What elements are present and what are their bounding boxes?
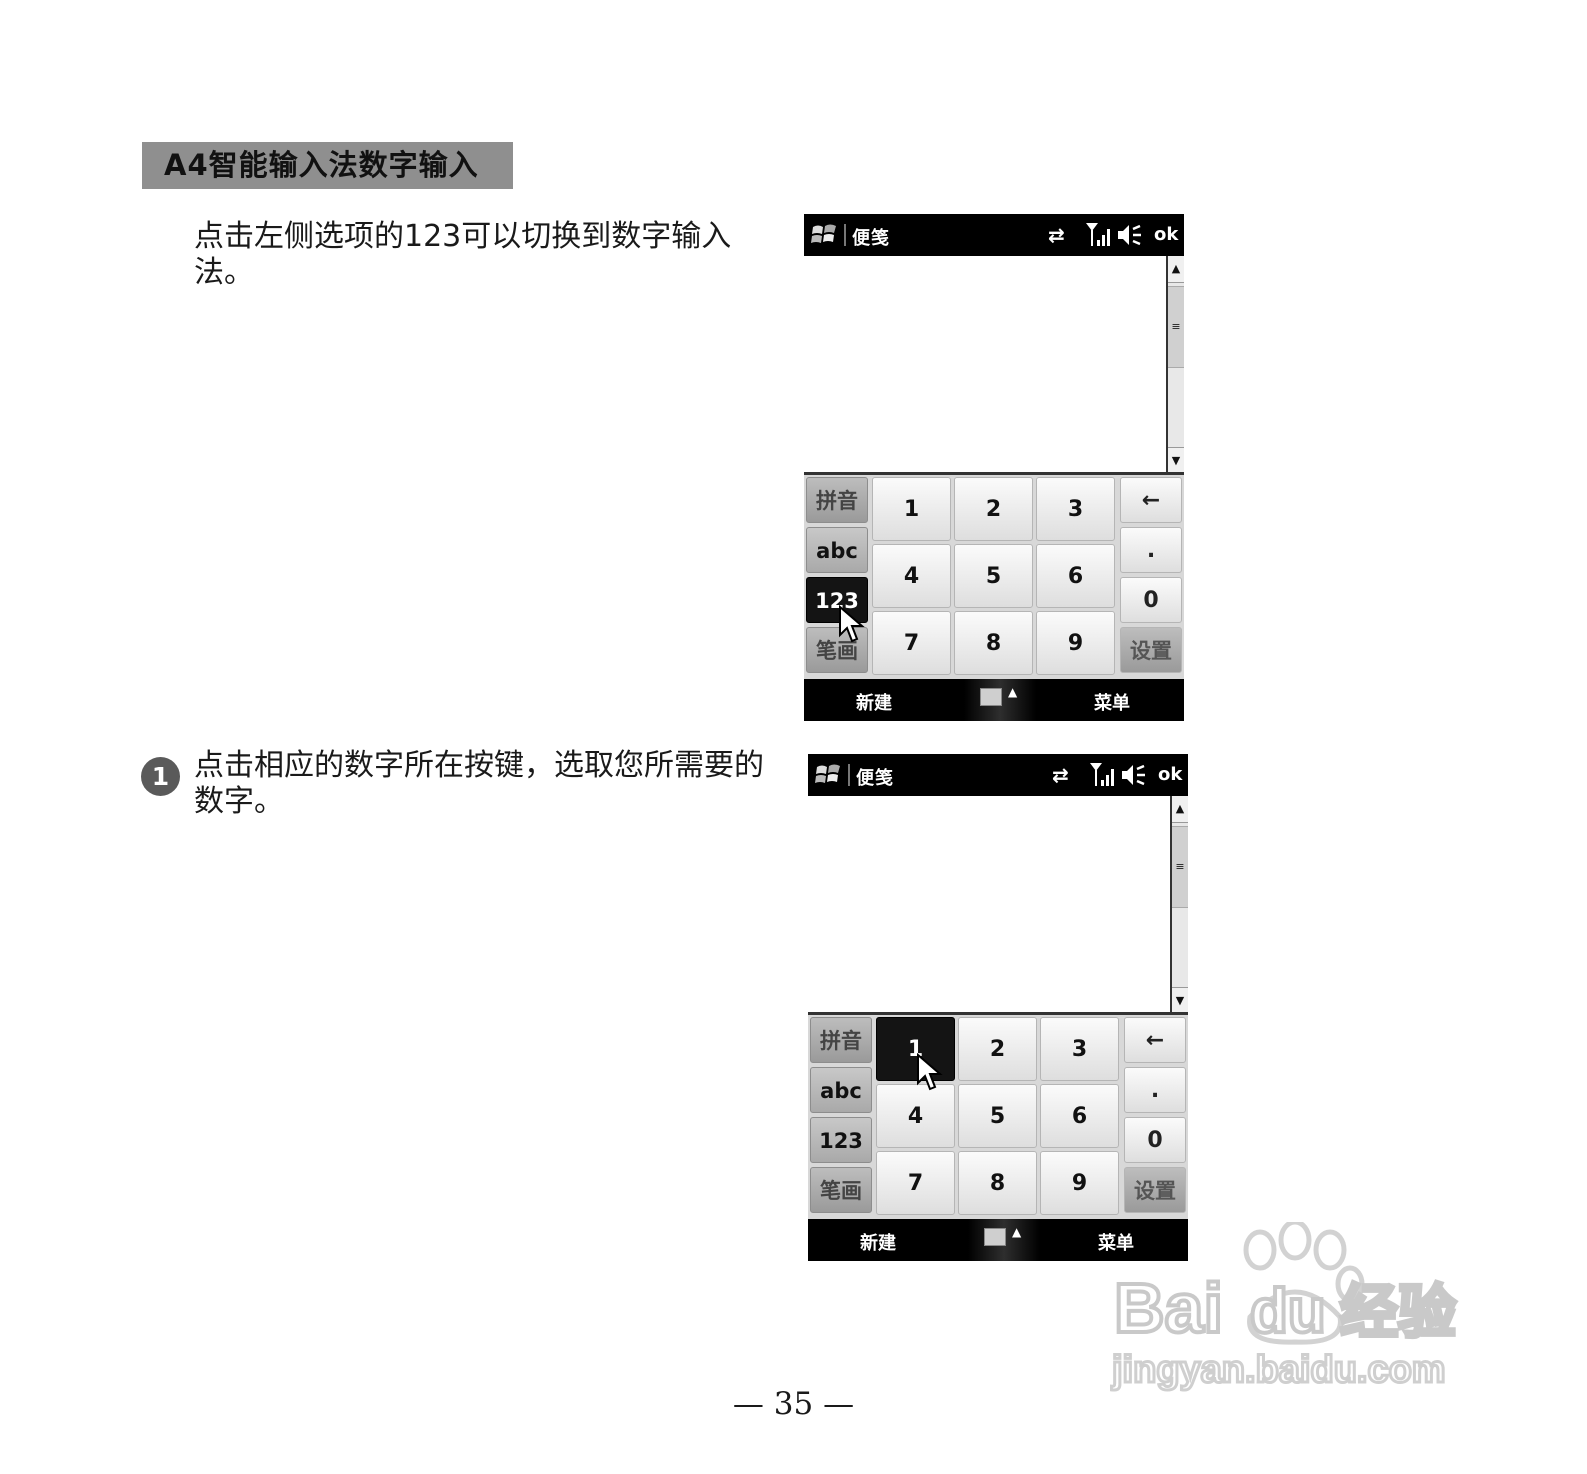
scrollbar[interactable]: ▲ ≡ ▼: [1170, 796, 1188, 1014]
backspace-key[interactable]: ←: [1124, 1017, 1186, 1063]
digit-key-7[interactable]: 7: [876, 1151, 955, 1215]
dot-key[interactable]: .: [1124, 1067, 1186, 1113]
scroll-down-arrow-icon[interactable]: ▼: [1168, 447, 1184, 474]
backspace-key[interactable]: ←: [1120, 477, 1182, 523]
section-title: A4智能输入法数字输入: [142, 142, 513, 189]
watermark-brand: Bai: [1114, 1269, 1223, 1347]
scroll-up-arrow-icon[interactable]: ▲: [1172, 796, 1188, 823]
numeric-keyboard: 拼音 abc 123 笔画 1 2 3 4 5 6 7 8 9 ← . 0 设置: [808, 1015, 1188, 1219]
watermark-brand-du: du: [1250, 1277, 1326, 1346]
zero-key[interactable]: 0: [1124, 1117, 1186, 1163]
digit-key-8[interactable]: 8: [954, 611, 1033, 675]
instruction-paragraph-1: 点击左侧选项的123可以切换到数字输入法。: [194, 219, 732, 290]
digit-key-2[interactable]: 2: [958, 1017, 1037, 1081]
scroll-thumb[interactable]: ≡: [1168, 286, 1184, 368]
signal-icon: [1090, 763, 1114, 786]
digit-key-4[interactable]: 4: [872, 544, 951, 608]
windows-start-icon[interactable]: [814, 762, 842, 788]
scrollbar[interactable]: ▲ ≡ ▼: [1166, 256, 1184, 474]
sync-icon: ⇄: [1052, 763, 1069, 787]
settings-key[interactable]: 设置: [1124, 1167, 1186, 1213]
phone-screenshot-1: 便笺 ⇄ ok ▲ ≡ ▼ 拼音 abc 123 笔画 1 2 3 4 5 6 …: [804, 214, 1184, 721]
numeric-keyboard: 拼音 abc 123 笔画 1 2 3 4 5 6 7 8 9 ← . 0 设置: [804, 475, 1184, 679]
page-number: — 35 —: [732, 1386, 855, 1422]
zero-key[interactable]: 0: [1120, 577, 1182, 623]
digit-key-9[interactable]: 9: [1036, 611, 1115, 675]
scroll-down-arrow-icon[interactable]: ▼: [1172, 987, 1188, 1014]
windows-start-icon[interactable]: [810, 222, 838, 248]
status-bar: 便笺 ⇄ ok: [804, 214, 1184, 256]
settings-key[interactable]: 设置: [1120, 627, 1182, 673]
digit-key-6[interactable]: 6: [1036, 544, 1115, 608]
app-title: 便笺: [848, 764, 894, 790]
caret-up-icon: ▲: [1008, 685, 1018, 699]
digit-key-3[interactable]: 3: [1036, 477, 1115, 541]
volume-icon: [1118, 224, 1141, 246]
digit-key-9[interactable]: 9: [1040, 1151, 1119, 1215]
pointer-cursor-icon: [917, 1053, 943, 1091]
mode-pinyin-button[interactable]: 拼音: [810, 1017, 872, 1063]
input-panel-toggle[interactable]: ▲: [964, 679, 1036, 721]
softkey-new[interactable]: 新建: [856, 689, 892, 715]
mode-abc-button[interactable]: abc: [806, 527, 868, 573]
digit-key-7[interactable]: 7: [872, 611, 951, 675]
mode-123-button[interactable]: 123: [810, 1117, 872, 1163]
mode-abc-button[interactable]: abc: [810, 1067, 872, 1113]
softkey-menu[interactable]: 菜单: [1094, 689, 1130, 715]
ok-button[interactable]: ok: [1158, 764, 1182, 785]
dot-key[interactable]: .: [1120, 527, 1182, 573]
baidu-jingyan-watermark: Bai du 经验 jingyan.baidu.com: [1110, 1222, 1458, 1393]
scroll-thumb[interactable]: ≡: [1172, 826, 1188, 908]
mode-pinyin-button[interactable]: 拼音: [806, 477, 868, 523]
scroll-up-arrow-icon[interactable]: ▲: [1168, 256, 1184, 283]
status-bar: 便笺 ⇄ ok: [808, 754, 1188, 796]
ok-button[interactable]: ok: [1154, 224, 1178, 245]
sync-icon: ⇄: [1048, 223, 1065, 247]
keyboard-icon: [980, 688, 1002, 706]
digit-key-1[interactable]: 1: [872, 477, 951, 541]
watermark-url: jingyan.baidu.com: [1111, 1349, 1446, 1391]
volume-icon: [1122, 764, 1145, 786]
note-text-area[interactable]: [804, 256, 1166, 474]
app-title: 便笺: [844, 224, 890, 250]
watermark-product: 经验: [1340, 1278, 1456, 1346]
mode-stroke-button[interactable]: 笔画: [810, 1167, 872, 1213]
softkey-new[interactable]: 新建: [860, 1229, 896, 1255]
note-text-area[interactable]: [808, 796, 1170, 1014]
digit-key-4[interactable]: 4: [876, 1084, 955, 1148]
instruction-paragraph-2: 点击相应的数字所在按键，选取您所需要的数字。: [194, 748, 764, 819]
input-panel-toggle[interactable]: ▲: [968, 1219, 1040, 1261]
digit-key-3[interactable]: 3: [1040, 1017, 1119, 1081]
phone-screenshot-2: 便笺 ⇄ ok ▲ ≡ ▼ 拼音 abc 123 笔画 1 2 3 4 5 6 …: [808, 754, 1188, 1261]
step-number-badge: 1: [141, 757, 180, 796]
digit-key-2[interactable]: 2: [954, 477, 1033, 541]
caret-up-icon: ▲: [1012, 1225, 1022, 1239]
digit-key-6[interactable]: 6: [1040, 1084, 1119, 1148]
digit-key-8[interactable]: 8: [958, 1151, 1037, 1215]
pointer-cursor-icon: [839, 605, 865, 643]
digit-key-5[interactable]: 5: [958, 1084, 1037, 1148]
softkey-bar: 新建 ▲ 菜单: [804, 679, 1184, 721]
keyboard-icon: [984, 1228, 1006, 1246]
digit-key-5[interactable]: 5: [954, 544, 1033, 608]
signal-icon: [1086, 223, 1110, 246]
